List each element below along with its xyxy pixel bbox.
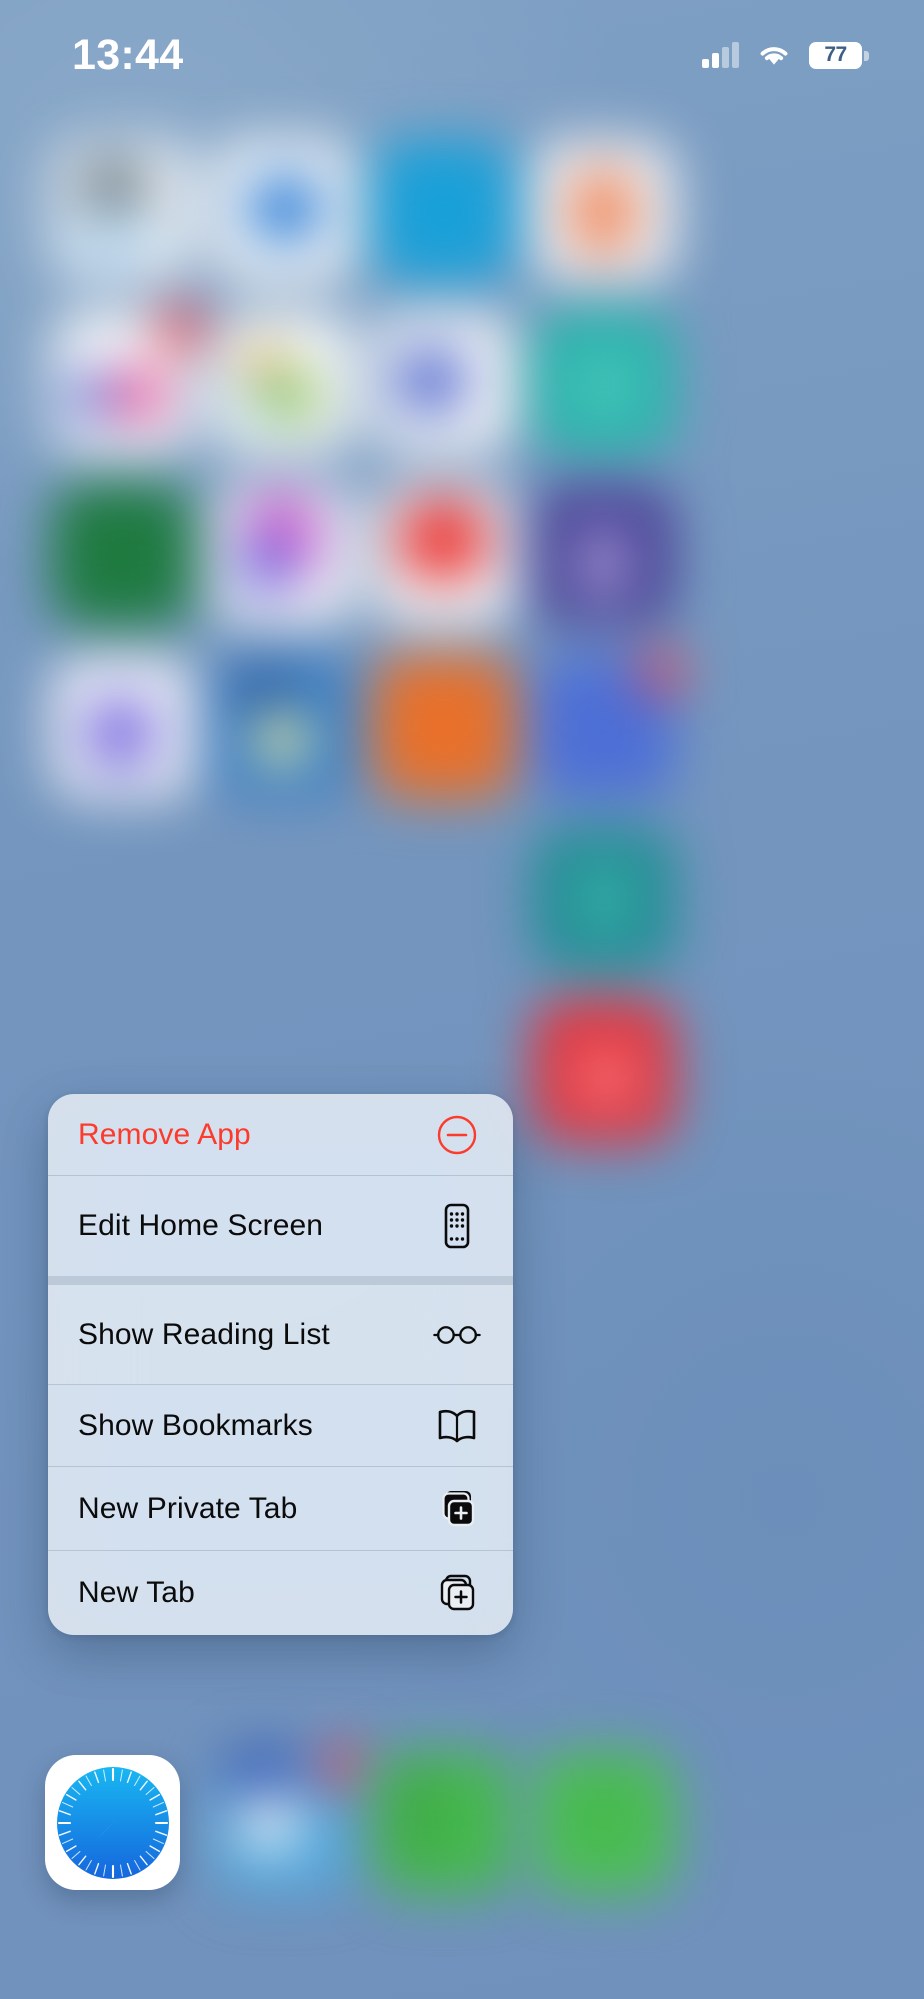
app-icon[interactable] [533, 828, 675, 970]
minus-circle-icon [433, 1111, 481, 1159]
menu-item-show-reading-list[interactable]: Show Reading List [48, 1285, 513, 1385]
wifi-icon [757, 42, 791, 68]
app-row [0, 820, 924, 992]
app-icon[interactable] [52, 656, 194, 798]
dock-app-icon[interactable] [373, 1752, 515, 1894]
menu-item-new-private-tab[interactable]: New Private Tab [48, 1467, 513, 1551]
battery-percent-label: 77 [824, 43, 847, 66]
plus-tabs-filled-icon [433, 1485, 481, 1533]
menu-group-separator [48, 1276, 513, 1285]
app-icon[interactable] [213, 656, 355, 798]
app-icon[interactable] [533, 140, 675, 282]
notification-badge [158, 306, 204, 352]
menu-item-label: Remove App [78, 1118, 251, 1151]
app-row [0, 304, 924, 476]
dock-app-icon[interactable] [213, 1744, 365, 1894]
app-row [0, 132, 924, 304]
iphone-home-screen: 13:44 77 Remove App Edit Home Screen Sho… [0, 0, 924, 1999]
status-bar-indicators: 77 [702, 41, 869, 69]
status-bar: 13:44 77 [0, 0, 924, 110]
app-icon[interactable] [533, 1000, 675, 1142]
app-icon[interactable] [373, 312, 515, 454]
menu-item-remove-app[interactable]: Remove App [48, 1094, 513, 1176]
menu-item-label: Edit Home Screen [78, 1209, 324, 1242]
app-icon[interactable] [52, 306, 204, 454]
dock-app-icon[interactable] [533, 1752, 675, 1894]
menu-item-label: New Private Tab [78, 1492, 298, 1525]
app-icon[interactable] [213, 140, 355, 282]
app-row [0, 476, 924, 648]
app-icon[interactable] [213, 312, 355, 454]
eyeglasses-icon [433, 1311, 481, 1359]
app-icon[interactable] [373, 484, 515, 626]
menu-item-label: Show Reading List [78, 1318, 330, 1351]
app-icon[interactable] [373, 140, 515, 282]
iphone-grid-icon [433, 1202, 481, 1250]
app-icon[interactable] [52, 484, 194, 626]
app-icon[interactable] [533, 650, 685, 798]
menu-item-edit-home-screen[interactable]: Edit Home Screen [48, 1176, 513, 1276]
menu-item-label: New Tab [78, 1576, 195, 1609]
menu-item-label: Show Bookmarks [78, 1409, 313, 1442]
status-bar-clock: 13:44 [72, 30, 184, 79]
app-row [0, 648, 924, 820]
safari-compass-icon [56, 1766, 169, 1879]
safari-app-icon[interactable] [45, 1755, 180, 1890]
open-book-icon [433, 1402, 481, 1450]
app-icon[interactable] [213, 484, 355, 626]
app-icon[interactable] [533, 484, 675, 626]
menu-item-show-bookmarks[interactable]: Show Bookmarks [48, 1385, 513, 1467]
cellular-signal-icon [702, 42, 739, 68]
plus-tabs-outline-icon [433, 1569, 481, 1617]
app-icon[interactable] [373, 656, 515, 798]
notification-badge [319, 1746, 365, 1792]
context-menu: Remove App Edit Home Screen Show Reading… [48, 1094, 513, 1635]
battery-icon: 77 [809, 41, 869, 69]
app-icon[interactable] [533, 312, 675, 454]
app-icon[interactable] [52, 140, 194, 282]
menu-item-new-tab[interactable]: New Tab [48, 1551, 513, 1635]
notification-badge [639, 650, 685, 696]
